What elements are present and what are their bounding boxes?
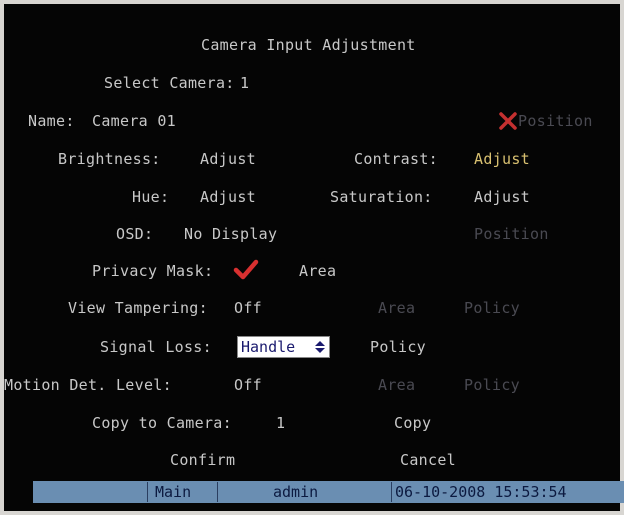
name-label: Name: [28,112,75,130]
select-camera-label: Select Camera: [104,74,235,92]
status-user: admin [273,483,319,501]
page-title: Camera Input Adjustment [201,36,416,54]
privacy-mask-label: Privacy Mask: [92,262,214,280]
position-button[interactable]: Position [518,112,593,130]
confirm-button[interactable]: Confirm [170,451,235,469]
osd-position-button[interactable]: Position [474,225,549,243]
status-divider [391,482,392,502]
status-datetime: 06-10-2008 15:53:54 [395,483,567,501]
name-field[interactable]: Camera 01 [92,112,176,130]
contrast-adjust-button[interactable]: Adjust [474,150,530,168]
privacy-mask-checkbox[interactable] [233,258,259,280]
signal-loss-label: Signal Loss: [100,338,212,356]
signal-loss-select[interactable]: Handle [237,336,330,358]
privacy-mask-area-button[interactable]: Area [299,262,336,280]
motion-det-select[interactable]: Off [234,376,262,394]
copy-to-camera-select[interactable]: 1 [276,414,285,432]
dvr-screen: Camera Input Adjustment Select Camera: 1… [4,4,620,511]
select-camera-value[interactable]: 1 [240,74,249,92]
signal-loss-value: Handle [241,338,296,356]
view-tampering-policy-button[interactable]: Policy [464,299,520,317]
signal-loss-policy-button[interactable]: Policy [370,338,426,356]
view-tampering-area-button[interactable]: Area [378,299,415,317]
osd-select[interactable]: No Display [184,225,277,243]
view-tampering-label: View Tampering: [68,299,208,317]
motion-det-area-button[interactable]: Area [378,376,415,394]
brightness-label: Brightness: [58,150,161,168]
copy-to-camera-label: Copy to Camera: [92,414,232,432]
status-divider [147,482,148,502]
copy-button[interactable]: Copy [394,414,431,432]
view-tampering-select[interactable]: Off [234,299,262,317]
motion-det-policy-button[interactable]: Policy [464,376,520,394]
osd-label: OSD: [116,225,154,243]
status-divider [217,482,218,502]
cross-icon[interactable] [498,111,518,131]
saturation-adjust-button[interactable]: Adjust [474,188,530,206]
status-bar: Main admin 06-10-2008 15:53:54 [33,481,624,503]
contrast-label: Contrast: [354,150,438,168]
hue-adjust-button[interactable]: Adjust [200,188,256,206]
hue-label: Hue: [132,188,170,206]
brightness-adjust-button[interactable]: Adjust [200,150,256,168]
spin-arrows-icon[interactable] [314,340,326,354]
cancel-button[interactable]: Cancel [400,451,456,469]
status-menu: Main [155,483,192,501]
motion-det-label: Motion Det. Level: [4,376,172,394]
saturation-label: Saturation: [330,188,433,206]
